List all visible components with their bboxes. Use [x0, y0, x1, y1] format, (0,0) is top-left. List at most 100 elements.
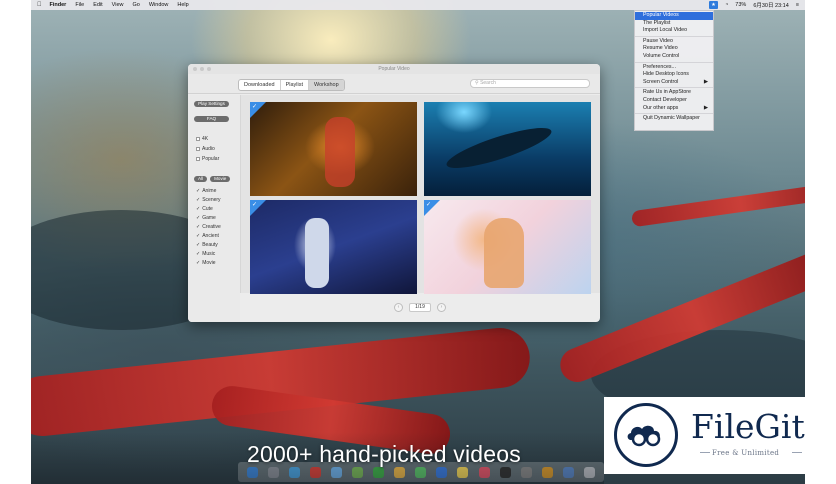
status-menu-item-label: Import Local Video	[643, 27, 688, 34]
tag-movie[interactable]: Movie	[210, 176, 231, 182]
video-thumbnail-violin-girl[interactable]: ✓	[424, 200, 591, 294]
close-button[interactable]	[193, 67, 197, 71]
menu-help[interactable]: Help	[177, 2, 188, 8]
category-label: Cute	[202, 206, 213, 212]
checkmark-icon: ✓	[196, 197, 201, 203]
status-menu-item[interactable]: Screen Control ▶	[635, 79, 713, 87]
zoom-button[interactable]	[207, 67, 211, 71]
checkmark-icon: ✓	[196, 233, 201, 239]
category-label: Creative	[202, 224, 221, 230]
submenu-arrow-icon: ▶	[703, 104, 708, 111]
sidebar: Play Settings FAQ 4K Audio Popular All M…	[188, 95, 240, 322]
option-label: Audio	[202, 146, 215, 152]
tab-downloaded[interactable]: Downloaded	[239, 80, 281, 90]
menu-file[interactable]: File	[75, 2, 84, 8]
checkmark-icon: ✓	[196, 215, 201, 221]
tab-switcher: Downloaded Playlist Workshop	[238, 79, 345, 91]
pagination: ‹ 1/19 ›	[240, 293, 600, 322]
faq-button[interactable]: FAQ	[194, 116, 229, 122]
category-cute[interactable]: ✓ Cute	[196, 206, 213, 212]
dynamic-wallpaper-status-icon[interactable]: ★	[708, 1, 718, 9]
checkbox[interactable]	[196, 157, 200, 161]
option-audio[interactable]: Audio	[196, 146, 215, 152]
status-menu-item[interactable]: Popular Videos	[635, 12, 713, 20]
clock[interactable]: 6月30日 23:14	[753, 1, 788, 9]
menu-go[interactable]: Go	[133, 2, 140, 8]
tab-playlist[interactable]: Playlist	[281, 80, 309, 90]
filegit-logo	[614, 403, 678, 467]
check-icon: ✓	[426, 202, 432, 208]
play-settings-button[interactable]: Play Settings	[194, 101, 229, 107]
category-label: Music	[202, 251, 216, 257]
category-scenery[interactable]: ✓ Scenery	[196, 197, 221, 203]
menu-bar-status: ★ ◔ 73% 6月30日 23:14 ≡	[702, 1, 805, 9]
menu-separator	[635, 61, 713, 63]
status-menu-item[interactable]: Our other apps ▶	[635, 105, 713, 113]
checkmark-icon: ✓	[196, 251, 201, 257]
video-thumbnail-fire-warrior[interactable]: ✓	[250, 102, 417, 196]
checkbox[interactable]	[196, 137, 200, 141]
prev-page-button[interactable]: ‹	[394, 303, 403, 312]
page-indicator: 1/19	[409, 303, 431, 312]
battery-level[interactable]: 73%	[735, 2, 746, 8]
checkmark-icon: ✓	[196, 242, 201, 248]
category-creative[interactable]: ✓ Creative	[196, 224, 221, 230]
category-label: Anime	[202, 188, 217, 194]
category-anime[interactable]: ✓ Anime	[196, 188, 216, 194]
status-menu-item[interactable]: Volume Control	[635, 53, 713, 61]
status-menu: Popular Videos The Playlist Import Local V…	[634, 10, 714, 131]
status-menu-item-label: Rate Us in AppStore	[643, 89, 691, 96]
search-icon: ⚲	[475, 80, 479, 86]
status-menu-item-label: Resume Video	[643, 45, 678, 52]
category-movie[interactable]: ✓ Movie	[196, 260, 216, 266]
option-label: Popular	[202, 156, 220, 162]
category-label: Ancient	[202, 233, 219, 239]
status-menu-item[interactable]: Pause Video	[635, 38, 713, 46]
menu-view[interactable]: View	[112, 2, 124, 8]
status-menu-item-label: Quit Dynamic Wallpaper	[643, 115, 700, 122]
search-input[interactable]: ⚲ Search	[470, 79, 590, 88]
title-bar: Popular Video	[188, 64, 600, 74]
video-thumbnail-anime-swordsman[interactable]: ✓	[250, 200, 417, 294]
apple-icon[interactable]: 	[37, 2, 42, 8]
status-menu-item-label: Contact Developer	[643, 96, 687, 103]
status-menu-item[interactable]: Import Local Video	[635, 27, 713, 35]
category-music[interactable]: ✓ Music	[196, 251, 215, 257]
toolbar: Downloaded Playlist Workshop ⚲ Search	[188, 74, 600, 94]
category-game[interactable]: ✓ Game	[196, 215, 216, 221]
list-icon[interactable]: ≡	[796, 2, 799, 8]
menu-edit[interactable]: Edit	[93, 2, 102, 8]
category-ancient[interactable]: ✓ Ancient	[196, 233, 219, 239]
category-label: Movie	[202, 260, 216, 266]
option-popular[interactable]: Popular	[196, 156, 219, 162]
tab-workshop[interactable]: Workshop	[309, 80, 344, 90]
menu-finder[interactable]: Finder	[50, 2, 67, 8]
checkmark-icon: ✓	[196, 224, 201, 230]
category-label: Scenery	[202, 197, 221, 203]
status-menu-item[interactable]: Preferences...	[635, 64, 713, 72]
category-beauty[interactable]: ✓ Beauty	[196, 242, 218, 248]
option-4k[interactable]: 4K	[196, 136, 208, 142]
status-menu-item[interactable]: The Playlist	[635, 20, 713, 28]
video-grid: ✓ ✓ ✓	[240, 95, 600, 294]
status-menu-item[interactable]: Hide Desktop Icons	[635, 71, 713, 79]
wifi-icon[interactable]: ◔	[725, 2, 728, 8]
status-menu-item-label: Hide Desktop Icons	[643, 71, 689, 78]
checkbox[interactable]	[196, 147, 200, 151]
status-menu-item-label: Popular Videos	[643, 12, 679, 18]
status-menu-item[interactable]: Quit Dynamic Wallpaper	[635, 115, 713, 123]
status-menu-item[interactable]: Resume Video	[635, 45, 713, 53]
checkmark-icon: ✓	[196, 206, 201, 212]
status-menu-item-label: Volume Control	[643, 52, 680, 59]
minimize-button[interactable]	[200, 67, 204, 71]
category-label: Game	[202, 215, 216, 221]
search-placeholder: Search	[480, 80, 496, 86]
status-menu-item[interactable]: Contact Developer	[635, 97, 713, 105]
video-thumbnail-underwater-whale[interactable]	[424, 102, 591, 196]
next-page-button[interactable]: ›	[437, 303, 446, 312]
status-menu-item[interactable]: Rate Us in AppStore	[635, 89, 713, 97]
menu-separator	[635, 35, 713, 37]
menu-window[interactable]: Window	[149, 2, 169, 8]
tag-all[interactable]: All	[194, 176, 208, 182]
menu-separator	[635, 87, 713, 89]
